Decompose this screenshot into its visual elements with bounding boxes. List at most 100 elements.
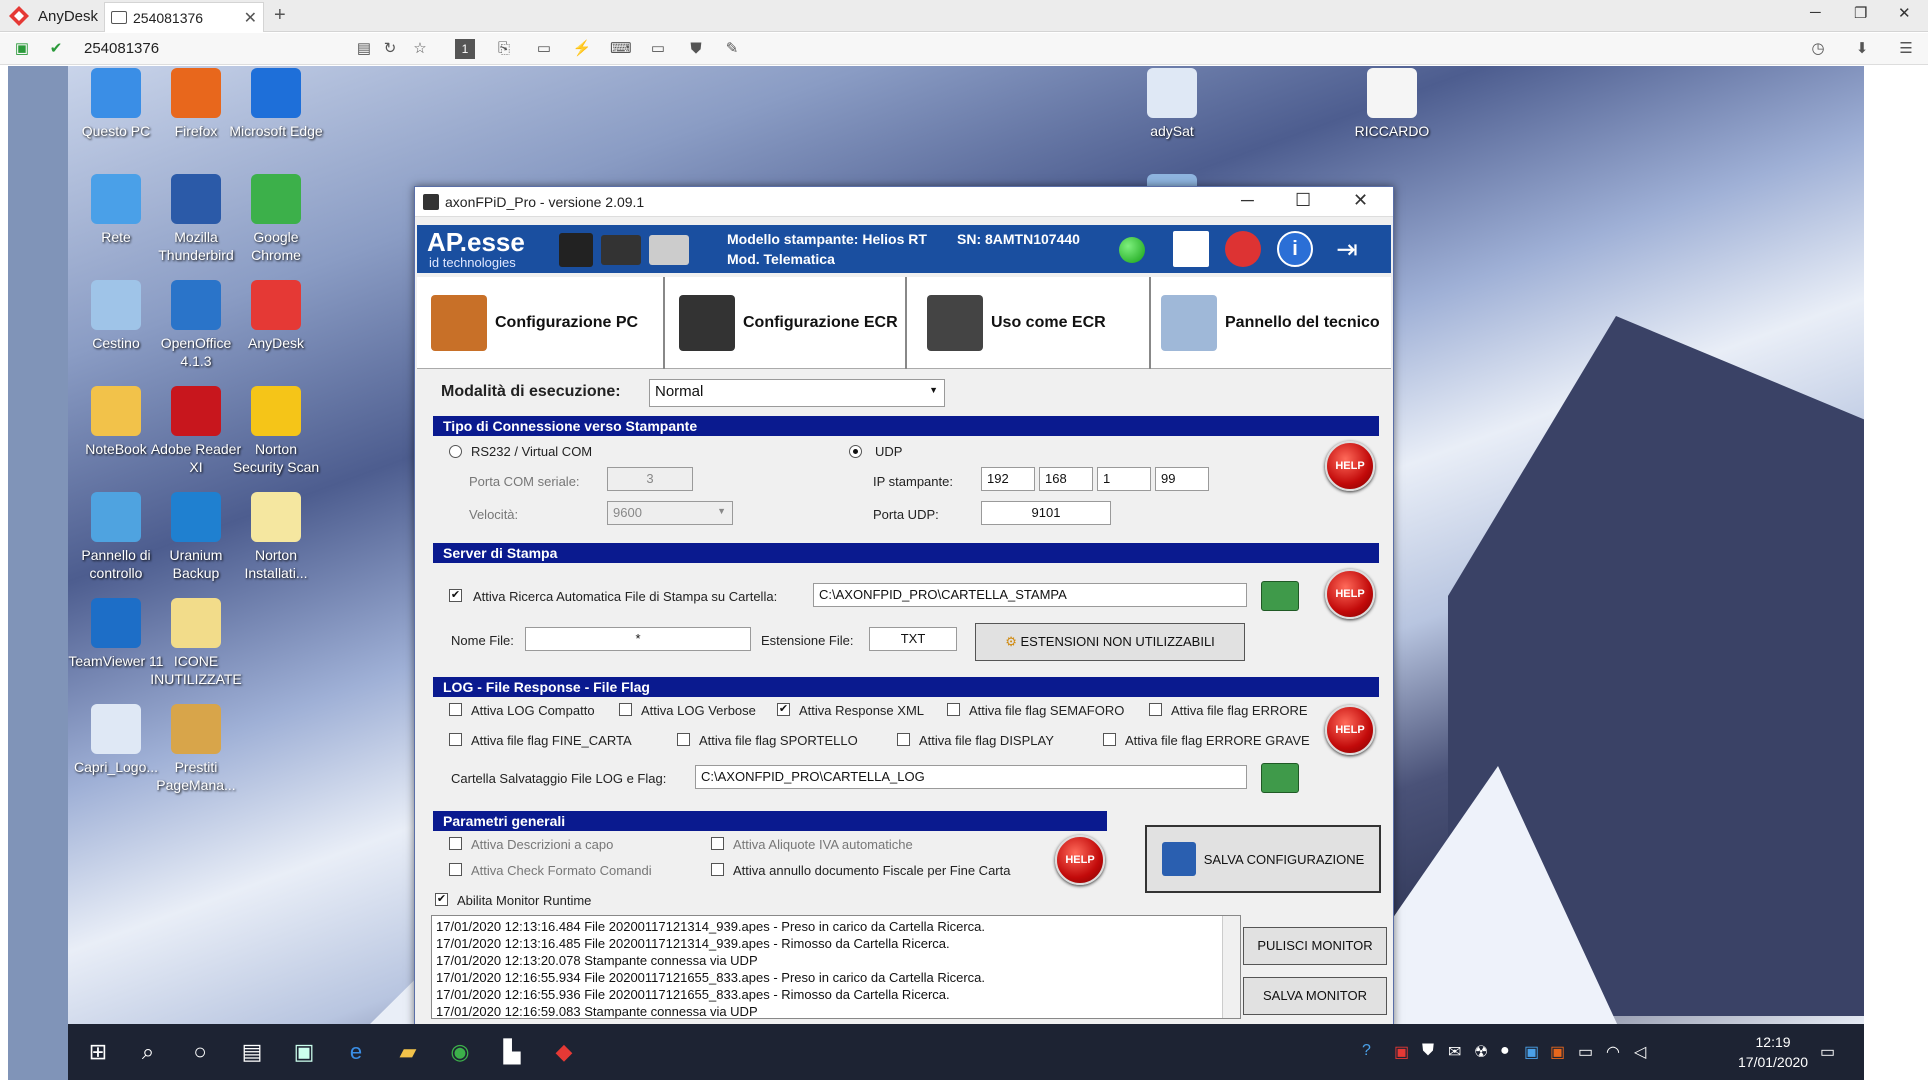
- save-config-button[interactable]: SALVA CONFIGURAZIONE: [1145, 825, 1381, 893]
- desktop-icon[interactable]: adySat: [1124, 68, 1220, 140]
- help-connection-button[interactable]: HELP: [1325, 441, 1375, 491]
- teamviewer-tray-icon[interactable]: ▣: [1524, 1042, 1539, 1062]
- desktop-icon[interactable]: Norton Security Scan: [228, 386, 324, 476]
- download-icon[interactable]: ⬇: [1852, 39, 1872, 59]
- whiteboard-icon[interactable]: ✎: [722, 39, 742, 59]
- save-monitor-button[interactable]: SALVA MONITOR: [1243, 977, 1387, 1015]
- response-xml-checkbox[interactable]: ✔: [777, 703, 790, 716]
- desktop-icon[interactable]: RICCARDO: [1344, 68, 1440, 140]
- log-compact-checkbox[interactable]: [449, 703, 462, 716]
- notifications-icon[interactable]: ▭: [1820, 1042, 1835, 1062]
- connection-icon[interactable]: ▣: [12, 39, 32, 59]
- start-icon[interactable]: ⊞: [84, 1038, 112, 1066]
- monitor-scrollbar[interactable]: [1222, 916, 1240, 1018]
- lock-icon[interactable]: ▤: [354, 39, 374, 59]
- network-app-icon[interactable]: ▣: [290, 1038, 318, 1066]
- desktop-icon[interactable]: ICONE INUTILIZZATE: [148, 598, 244, 688]
- com-port-input[interactable]: 3: [607, 467, 693, 491]
- desktop-icon[interactable]: Google Chrome: [228, 174, 324, 264]
- desktop-icon[interactable]: Microsoft Edge: [228, 68, 324, 140]
- annullo-fiscale-checkbox[interactable]: [711, 863, 724, 876]
- tab-configurazione-ecr[interactable]: Configurazione ECR: [665, 277, 907, 369]
- permissions-icon[interactable]: ⛊: [686, 39, 706, 59]
- udp-port-input[interactable]: 9101: [981, 501, 1111, 525]
- remote-address[interactable]: 254081376: [84, 40, 159, 57]
- flag-errore-grave-checkbox[interactable]: [1103, 733, 1116, 746]
- exit-icon[interactable]: ⇥: [1329, 231, 1365, 267]
- mute-icon[interactable]: [1225, 231, 1261, 267]
- chat-tray-icon[interactable]: ✉: [1448, 1042, 1461, 1062]
- search-icon[interactable]: ⌕: [134, 1038, 162, 1066]
- chrome-icon[interactable]: ◉: [446, 1038, 474, 1066]
- app-minimize-button[interactable]: ─: [1241, 190, 1254, 211]
- menu-icon[interactable]: ☰: [1896, 39, 1916, 59]
- clear-monitor-button[interactable]: PULISCI MONITOR: [1243, 927, 1387, 965]
- file-explorer-icon[interactable]: ▰: [394, 1038, 422, 1066]
- new-tab-button[interactable]: +: [274, 4, 286, 27]
- tab-configurazione-pc[interactable]: Configurazione PC: [417, 277, 665, 369]
- app-maximize-button[interactable]: ☐: [1295, 190, 1311, 211]
- status-tray-icon[interactable]: ●: [1500, 1042, 1510, 1060]
- filename-input[interactable]: *: [525, 627, 751, 651]
- app-close-button[interactable]: ✕: [1353, 190, 1368, 211]
- close-button[interactable]: ✕: [1898, 4, 1911, 22]
- unusable-extensions-button[interactable]: ⚙ ESTENSIONI NON UTILIZZABILI: [975, 623, 1245, 661]
- info-icon[interactable]: i: [1277, 231, 1313, 267]
- display-icon[interactable]: ▭: [648, 39, 668, 59]
- monitor-1-icon[interactable]: 1: [455, 39, 475, 59]
- keyboard-icon[interactable]: ⌨: [610, 39, 632, 59]
- runtime-monitor[interactable]: 17/01/2020 12:13:16.484 File 20200117121…: [431, 915, 1241, 1019]
- check-formato-checkbox[interactable]: [449, 863, 462, 876]
- log-verbose-checkbox[interactable]: [619, 703, 632, 716]
- tab-uso-come-ecr[interactable]: Uso come ECR: [907, 277, 1151, 369]
- session-tab[interactable]: 254081376 ✕: [104, 2, 264, 32]
- auto-search-checkbox[interactable]: ✔: [449, 589, 462, 602]
- ip-octet-4[interactable]: 99: [1155, 467, 1209, 491]
- ip-octet-3[interactable]: 1: [1097, 467, 1151, 491]
- flag-fine-carta-checkbox[interactable]: [449, 733, 462, 746]
- help-server-button[interactable]: HELP: [1325, 569, 1375, 619]
- flag-semaforo-checkbox[interactable]: [947, 703, 960, 716]
- close-tab-icon[interactable]: ✕: [244, 8, 257, 28]
- desktop-icon[interactable]: Prestiti PageMana...: [148, 704, 244, 794]
- help-log-button[interactable]: HELP: [1325, 705, 1375, 755]
- ip-octet-2[interactable]: 168: [1039, 467, 1093, 491]
- help-params-button[interactable]: HELP: [1055, 835, 1105, 885]
- chat-icon[interactable]: ▭: [534, 39, 554, 59]
- rs232-radio[interactable]: [449, 445, 462, 458]
- browse-log-folder-icon[interactable]: [1261, 763, 1299, 793]
- wifi-icon[interactable]: ◠: [1606, 1042, 1620, 1062]
- anydesk-taskbar-icon[interactable]: ◆: [550, 1038, 578, 1066]
- mail-icon[interactable]: [1173, 231, 1209, 267]
- edge-icon[interactable]: e: [342, 1038, 370, 1066]
- history-icon[interactable]: ◷: [1808, 39, 1828, 59]
- anydesk-tray-icon[interactable]: ▣: [1394, 1042, 1409, 1062]
- speed-select[interactable]: 9600 ▼: [607, 501, 733, 525]
- mode-select[interactable]: Normal ▼: [649, 379, 945, 407]
- browse-folder-icon[interactable]: [1261, 581, 1299, 611]
- tab-pannello-tecnico[interactable]: Pannello del tecnico: [1151, 277, 1391, 369]
- minimize-button[interactable]: ─: [1810, 4, 1821, 21]
- flag-errore-checkbox[interactable]: [1149, 703, 1162, 716]
- rotate-icon[interactable]: ↻: [380, 39, 400, 59]
- extension-input[interactable]: TXT: [869, 627, 957, 651]
- actions-icon[interactable]: ⚡: [572, 39, 592, 59]
- aliquote-iva-checkbox[interactable]: [711, 837, 724, 850]
- task-view-icon[interactable]: ▤: [238, 1038, 266, 1066]
- desktop-icon[interactable]: Norton Installati...: [228, 492, 324, 582]
- update-tray-icon[interactable]: ▣: [1550, 1042, 1565, 1062]
- backup-tray-icon[interactable]: ☢: [1474, 1042, 1488, 1062]
- udp-radio[interactable]: [849, 445, 862, 458]
- volume-icon[interactable]: ◁: [1634, 1042, 1646, 1062]
- ip-octet-1[interactable]: 192: [981, 467, 1035, 491]
- desc-a-capo-checkbox[interactable]: [449, 837, 462, 850]
- flag-display-checkbox[interactable]: [897, 733, 910, 746]
- desktop-icon[interactable]: AnyDesk: [228, 280, 324, 352]
- axonfpid-taskbar-icon[interactable]: ▙: [498, 1038, 526, 1066]
- print-folder-input[interactable]: C:\AXONFPID_PRO\CARTELLA_STAMPA: [813, 583, 1247, 607]
- maximize-button[interactable]: ❐: [1854, 4, 1867, 22]
- battery-icon[interactable]: ▭: [1578, 1042, 1593, 1062]
- cortana-icon[interactable]: ○: [186, 1038, 214, 1066]
- taskbar-clock[interactable]: 12:19 17/01/2020: [1738, 1032, 1808, 1072]
- monitor-runtime-checkbox[interactable]: ✔: [435, 893, 448, 906]
